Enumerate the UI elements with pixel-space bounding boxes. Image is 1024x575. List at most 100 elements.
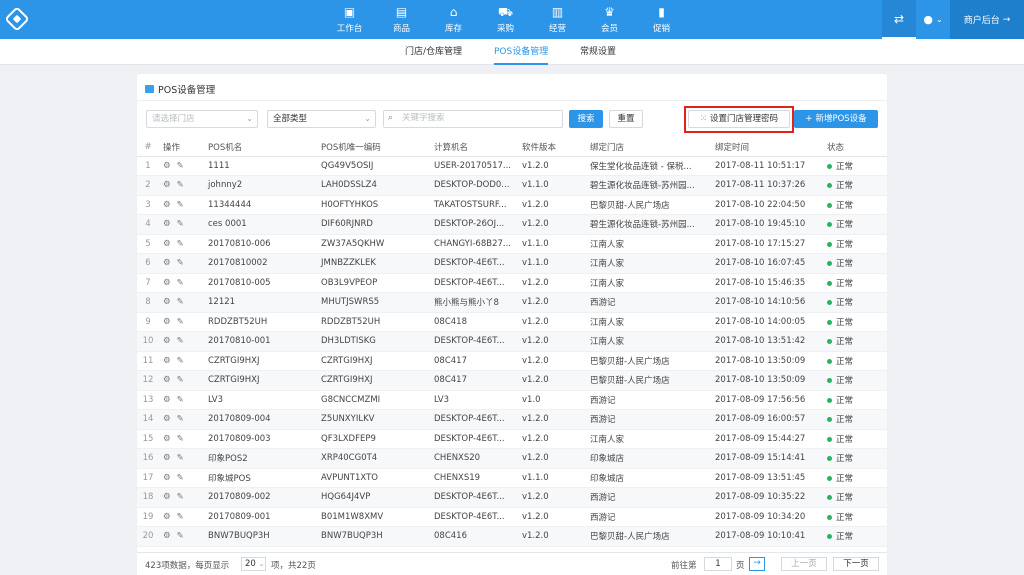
- tab-general-settings[interactable]: 常规设置: [580, 39, 616, 65]
- cell-bound-store: 江南人家: [586, 234, 711, 254]
- page-size-select[interactable]: 20 ⌄: [241, 557, 266, 571]
- reset-button[interactable]: 重置: [609, 110, 643, 128]
- cell-bind-time: 2017-08-10 15:46:35: [711, 273, 823, 293]
- col-header-version[interactable]: 软件版本: [518, 138, 586, 157]
- edit-icon[interactable]: ✎: [177, 512, 184, 522]
- cell-bound-store: 江南人家: [586, 429, 711, 449]
- set-store-password-button[interactable]: ⁙ 设置门店管理密码: [688, 110, 790, 128]
- cell-status: 正常: [823, 468, 887, 488]
- edit-icon[interactable]: ✎: [177, 278, 184, 288]
- cell-pos-name: BNW7BUQP3H: [204, 526, 317, 547]
- edit-icon[interactable]: ✎: [177, 317, 184, 327]
- cell-status: 正常: [823, 253, 887, 274]
- add-pos-button[interactable]: + 新增POS设备: [794, 110, 878, 128]
- nav-item-label: 工作台: [336, 24, 363, 34]
- nav-item-5[interactable]: ♛ 会员: [591, 0, 628, 39]
- search-button[interactable]: 搜索: [569, 110, 603, 128]
- tab-pos-devices[interactable]: POS设备管理: [494, 39, 549, 65]
- user-menu[interactable]: ● ⌄: [916, 13, 950, 26]
- store-select[interactable]: 请选择门店 ⌄: [146, 110, 258, 128]
- cell-row-index: 1: [137, 156, 159, 176]
- edit-icon[interactable]: ✎: [177, 453, 184, 463]
- cell-bound-store: 碧生源化妆品连锁-苏州园...: [586, 214, 711, 235]
- nav-item-0[interactable]: ▣ 工作台: [331, 0, 368, 39]
- cell-pos-code: OB3L9VPEOP: [317, 273, 430, 293]
- prev-page-button[interactable]: 上一页: [781, 557, 827, 571]
- search-input[interactable]: [402, 113, 552, 123]
- cell-row-index: 14: [137, 409, 159, 430]
- status-text: 正常: [836, 532, 854, 543]
- settings-icon[interactable]: ⚙: [163, 219, 171, 229]
- nav-item-4[interactable]: ▥ 经营: [539, 0, 576, 39]
- cell-pos-code: XRP40CG0T4: [317, 448, 430, 469]
- status-dot-icon: [827, 436, 832, 442]
- settings-icon[interactable]: ⚙: [163, 278, 171, 288]
- nav-item-1[interactable]: ▤ 商品: [383, 0, 420, 39]
- edit-icon[interactable]: ✎: [177, 180, 184, 190]
- nav-item-6[interactable]: ▮ 促销: [643, 0, 680, 39]
- settings-icon[interactable]: ⚙: [163, 434, 171, 444]
- settings-icon[interactable]: ⚙: [163, 317, 171, 327]
- settings-icon[interactable]: ⚙: [163, 375, 171, 385]
- chevron-down-icon: ⌄: [364, 114, 371, 123]
- settings-toggle-icon[interactable]: ⇄: [882, 0, 916, 39]
- edit-icon[interactable]: ✎: [177, 356, 184, 366]
- nav-item-2[interactable]: ⌂ 库存: [435, 0, 472, 39]
- col-header-status[interactable]: 状态: [823, 138, 887, 157]
- cell-software-version: v1.2.0: [518, 507, 586, 527]
- settings-icon[interactable]: ⚙: [163, 200, 171, 210]
- edit-icon[interactable]: ✎: [177, 375, 184, 385]
- settings-icon[interactable]: ⚙: [163, 512, 171, 522]
- goto-page-input[interactable]: 1: [704, 557, 732, 571]
- cell-status: 正常: [823, 448, 887, 469]
- settings-icon[interactable]: ⚙: [163, 414, 171, 424]
- settings-icon[interactable]: ⚙: [163, 356, 171, 366]
- cell-pos-code: CZRTGI9HXJ: [317, 370, 430, 391]
- cell-bound-store: 印象城店: [586, 448, 711, 469]
- settings-icon[interactable]: ⚙: [163, 531, 171, 541]
- settings-icon[interactable]: ⚙: [163, 239, 171, 249]
- col-header-store[interactable]: 绑定门店: [586, 138, 711, 157]
- settings-icon[interactable]: ⚙: [163, 473, 171, 483]
- edit-icon[interactable]: ✎: [177, 531, 184, 541]
- settings-icon[interactable]: ⚙: [163, 258, 171, 268]
- type-select[interactable]: 全部类型 ⌄: [267, 110, 376, 128]
- edit-icon[interactable]: ✎: [177, 161, 184, 171]
- settings-icon[interactable]: ⚙: [163, 180, 171, 190]
- settings-icon[interactable]: ⚙: [163, 453, 171, 463]
- cell-bind-time: 2017-08-10 13:51:42: [711, 331, 823, 352]
- col-header-computer-name[interactable]: 计算机名: [430, 138, 518, 157]
- next-page-button[interactable]: 下一页: [833, 557, 879, 571]
- merchant-backend-button[interactable]: 商户后台 →: [950, 0, 1024, 39]
- table-row: 19 ⚙ ✎ 20170809-001 B01M1W8XMV DESKTOP-4E6T..…: [137, 507, 887, 527]
- col-header-pos-code[interactable]: POS机唯一编码: [317, 138, 430, 157]
- edit-icon[interactable]: ✎: [177, 395, 184, 405]
- edit-icon[interactable]: ✎: [177, 297, 184, 307]
- edit-icon[interactable]: ✎: [177, 473, 184, 483]
- cell-software-version: v1.2.0: [518, 195, 586, 215]
- edit-icon[interactable]: ✎: [177, 414, 184, 424]
- edit-icon[interactable]: ✎: [177, 200, 184, 210]
- cell-row-index: 12: [137, 370, 159, 391]
- edit-icon[interactable]: ✎: [177, 258, 184, 268]
- cell-bound-store: 江南人家: [586, 273, 711, 293]
- edit-icon[interactable]: ✎: [177, 492, 184, 502]
- nav-item-3[interactable]: ⛟ 采购: [487, 0, 524, 39]
- settings-icon[interactable]: ⚙: [163, 395, 171, 405]
- edit-icon[interactable]: ✎: [177, 434, 184, 444]
- tab-store-warehouse[interactable]: 门店/仓库管理: [405, 39, 462, 65]
- edit-icon[interactable]: ✎: [177, 239, 184, 249]
- col-header-bind-time[interactable]: 绑定时间: [711, 138, 823, 157]
- settings-icon[interactable]: ⚙: [163, 297, 171, 307]
- goto-page-button[interactable]: →: [749, 557, 765, 571]
- settings-icon[interactable]: ⚙: [163, 161, 171, 171]
- edit-icon[interactable]: ✎: [177, 219, 184, 229]
- status-text: 正常: [836, 239, 854, 250]
- logo-icon[interactable]: [4, 6, 30, 32]
- settings-icon[interactable]: ⚙: [163, 336, 171, 346]
- table-row: 9 ⚙ ✎ RDDZBT52UH RDDZBT52UH 08C418 v1.2.0 江南人家 2…: [137, 312, 887, 332]
- table-row: 3 ⚙ ✎ 11344444 H0OFTYHKOS TAKATOSTSURF... v1.2…: [137, 195, 887, 215]
- settings-icon[interactable]: ⚙: [163, 492, 171, 502]
- col-header-pos-name[interactable]: POS机名: [204, 138, 317, 157]
- edit-icon[interactable]: ✎: [177, 336, 184, 346]
